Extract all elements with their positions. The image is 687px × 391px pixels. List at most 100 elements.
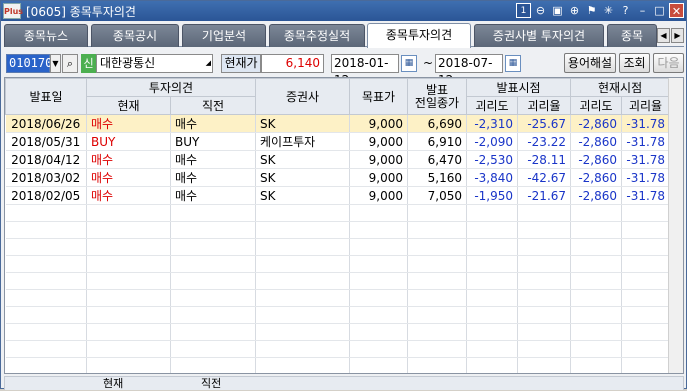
star-icon[interactable]: ✳ [601,3,616,18]
empty-cell [517,204,572,222]
empty-cell [466,238,519,256]
empty-cell [407,289,468,307]
cell-ann-gap: -2,310 [466,114,519,133]
header-now-rate[interactable]: 괴리율 [621,96,671,115]
header-previous-opinion[interactable]: 직전 [169,96,257,115]
header-broker[interactable]: 증권사 [255,78,351,115]
search-icon[interactable]: ⌕ [62,54,78,73]
header-prev-close[interactable]: 발표 전일종가 [407,78,468,115]
tab-scroll: ◀ ▶ [657,28,684,43]
empty-cell [517,357,572,373]
window-icon[interactable]: ▣ [550,3,565,18]
empty-cell [5,221,87,239]
stock-code-input[interactable]: 010170 [6,54,52,73]
empty-cell [621,204,671,222]
calendar-icon[interactable]: ▦ [401,55,417,72]
header-target[interactable]: 목표가 [349,78,409,115]
tab-estimated-earnings[interactable]: 종목추정실적 [269,24,365,47]
cell-prev-close: 7,050 [407,186,468,205]
title-tools: 1 ⊖ ▣ ⊕ ⚑ ✳ ? – □ ✕ [516,3,684,18]
cell-ann-rate: -25.67 [517,114,572,133]
empty-cell [170,306,257,324]
zoom-out-icon[interactable]: ⊖ [533,3,548,18]
empty-cell [349,272,409,290]
tab-company-analysis[interactable]: 기업분석 [182,24,266,47]
empty-row [5,272,671,290]
code-dropdown-icon[interactable]: ▼ [50,54,61,73]
empty-cell [621,272,671,290]
empty-row [5,255,671,273]
minimize-icon[interactable]: – [635,3,650,18]
tab-investment-opinion[interactable]: 종목투자의견 [367,23,471,48]
empty-cell [349,340,409,358]
empty-cell [86,272,171,290]
calendar-icon[interactable]: ▦ [505,55,521,72]
empty-cell [170,221,257,239]
empty-cell [570,238,623,256]
header-date[interactable]: 발표일 [5,78,87,115]
table-row[interactable]: 2018/03/02 매수 매수 SK 9,000 5,160 -3,840 -42.67 -2… [5,168,671,187]
cell-prev-close: 6,690 [407,114,468,133]
empty-row [5,340,671,358]
cell-date: 2018/04/12 [5,150,87,169]
tab-broker-opinion[interactable]: 증권사별 투자의견 [474,24,604,47]
empty-cell [255,255,351,273]
close-icon[interactable]: ✕ [669,3,684,18]
empty-cell [349,221,409,239]
tab-more[interactable]: 종목 [607,24,657,47]
maximize-icon[interactable]: □ [652,3,667,18]
cell-now-gap: -2,860 [570,168,623,187]
header-ann-rate[interactable]: 괴리율 [517,96,572,115]
pin-icon[interactable]: ⚑ [584,3,599,18]
stock-name-field[interactable]: 대한광통신 ◢ [96,54,213,73]
empty-cell [349,204,409,222]
glossary-button[interactable]: 용어해설 [564,53,616,73]
search-button[interactable]: 조회 [619,53,650,73]
tab-stock-news[interactable]: 종목뉴스 [4,24,88,47]
help-icon[interactable]: ? [618,3,633,18]
table-row[interactable]: 2018/06/26 매수 매수 SK 9,000 6,690 -2,310 -25.67 -2… [5,114,671,133]
table-row[interactable]: 2018/04/12 매수 매수 SK 9,000 6,470 -2,530 -28.11 -2… [5,150,671,169]
empty-cell [570,323,623,341]
cell-previous: BUY [170,132,257,151]
next-button[interactable]: 다음 [653,53,684,73]
cell-date: 2018/02/05 [5,186,87,205]
vertical-scrollbar[interactable] [668,78,683,373]
empty-cell [86,255,171,273]
zoom-in-icon[interactable]: ⊕ [567,3,582,18]
cell-now-gap: -2,860 [570,132,623,151]
title-bar[interactable]: Plus [0605] 종목투자의견 1 ⊖ ▣ ⊕ ⚑ ✳ ? – □ ✕ [1,1,686,21]
cell-now-rate: -31.78 [621,186,671,205]
bottom-header: 현재 직전 [4,376,684,390]
empty-cell [86,221,171,239]
empty-cell [621,357,671,373]
empty-cell [349,289,409,307]
empty-cell [170,357,257,373]
tab-right-icon[interactable]: ▶ [671,28,684,43]
empty-cell [570,289,623,307]
empty-cell [466,323,519,341]
empty-cell [466,255,519,273]
empty-cell [570,306,623,324]
empty-cell [570,272,623,290]
tab-bar: 종목뉴스 종목공시 기업분석 종목추정실적 종목투자의견 증권사별 투자의견 종… [4,23,684,48]
table-row[interactable]: 2018/02/05 매수 매수 SK 9,000 7,050 -1,950 -21.67 -2… [5,186,671,205]
cell-previous: 매수 [170,168,257,187]
empty-cell [5,323,87,341]
tab-left-icon[interactable]: ◀ [657,28,670,43]
cell-target: 9,000 [349,186,409,205]
empty-cell [517,323,572,341]
header-current-opinion[interactable]: 현재 [86,96,171,115]
header-now-gap[interactable]: 괴리도 [570,96,623,115]
cell-target: 9,000 [349,114,409,133]
table-row[interactable]: 2018/05/31 BUY BUY 케이프투자 9,000 6,910 -2,090 -23… [5,132,671,151]
empty-cell [86,323,171,341]
cell-current: 매수 [86,150,171,169]
header-ann-gap[interactable]: 괴리도 [466,96,519,115]
date-to-input[interactable]: 2018-07-12 [435,54,503,87]
tab-stock-disclosure[interactable]: 종목공시 [91,24,179,47]
screen-number-button[interactable]: 1 [516,3,531,18]
empty-cell [570,357,623,373]
date-from-input[interactable]: 2018-01-12 [331,54,399,87]
cell-previous: 매수 [170,114,257,133]
